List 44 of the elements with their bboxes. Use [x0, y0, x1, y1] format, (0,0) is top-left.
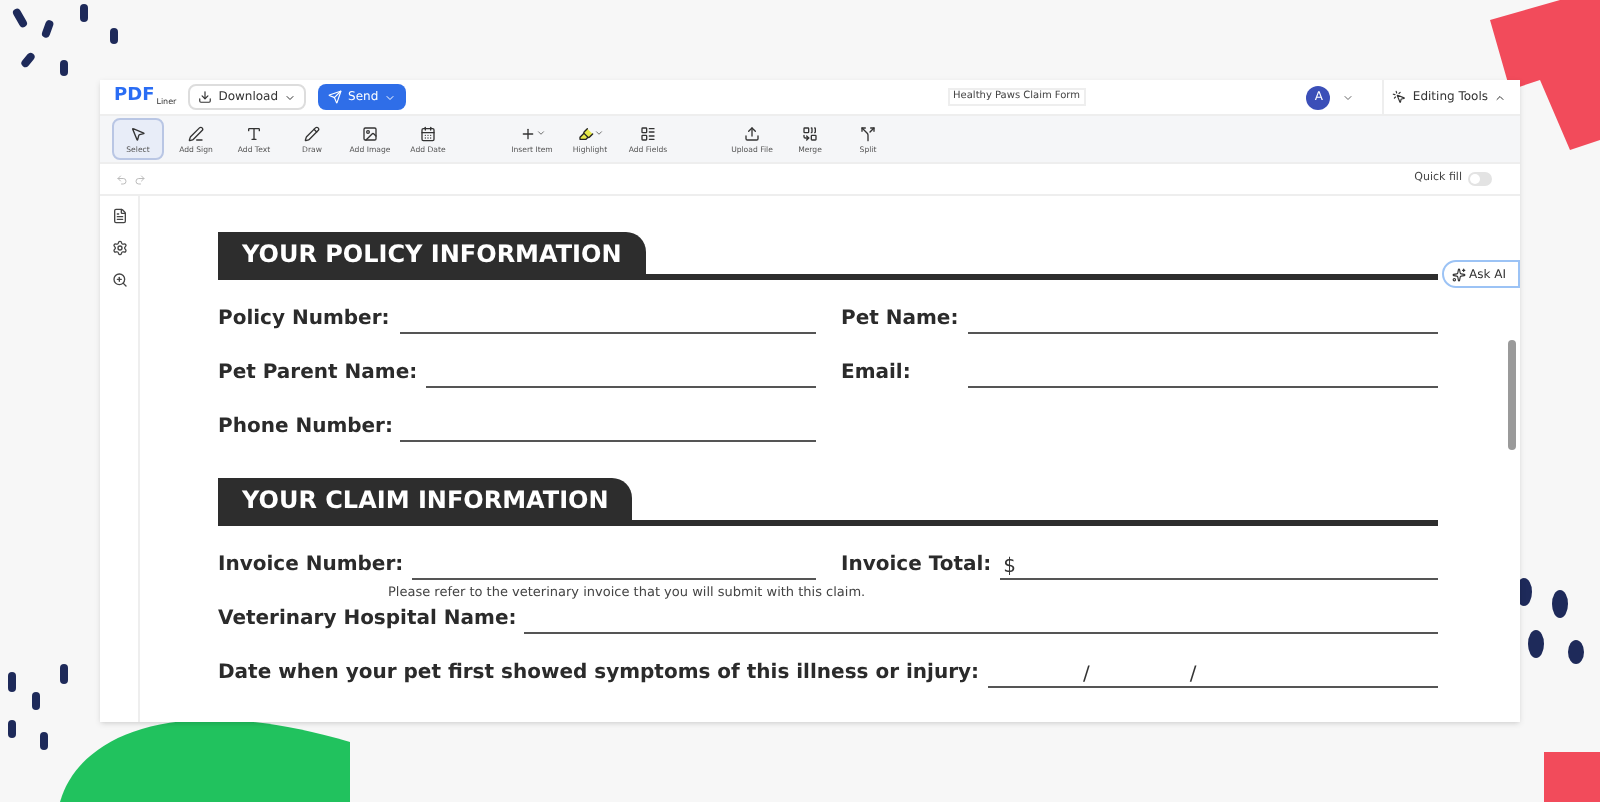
download-icon [198, 90, 213, 104]
fill-in-line[interactable]: / / [987, 660, 1438, 688]
sparkle-icon [1451, 267, 1465, 281]
fill-in-line[interactable]: $ [999, 552, 1438, 580]
currency-sign: $ [1003, 558, 1017, 578]
section-header: YOUR CLAIM INFORMATION [218, 478, 633, 520]
settings-icon[interactable] [111, 240, 127, 256]
merge-icon [802, 125, 818, 142]
field-label: Pet Parent Name: [218, 360, 418, 388]
list-icon [640, 125, 656, 142]
caret-icon [284, 91, 297, 103]
caret-icon [535, 128, 545, 139]
caret-icon [384, 91, 397, 103]
caret-icon [1494, 91, 1506, 103]
scrollbar [1508, 340, 1516, 450]
field-label: Date when your pet first showed symptoms of this illness or injury: [218, 660, 980, 688]
document-icon[interactable] [111, 208, 127, 224]
field-label: Veterinary Hospital Name: [218, 606, 517, 634]
logo-mark: PDF [114, 88, 155, 106]
date-separator: / [1189, 666, 1197, 686]
image-icon [362, 125, 378, 142]
plus-icon [519, 125, 535, 142]
caret-icon [1342, 91, 1355, 103]
field-label: Email: [841, 360, 913, 388]
calendar-icon [420, 125, 436, 142]
field-label: Pet Name: [841, 306, 959, 334]
date-separator: / [1083, 666, 1090, 686]
send-icon [328, 90, 343, 104]
caret-icon [593, 128, 603, 139]
zoom-icon[interactable] [111, 272, 127, 288]
quick-fill-toggle[interactable] [1468, 172, 1492, 186]
highlighter-icon [577, 125, 593, 142]
cursor-icon [1392, 90, 1407, 104]
section-header: YOUR POLICY INFORMATION [218, 232, 646, 274]
pointer-icon [130, 125, 146, 142]
pen-icon [188, 125, 204, 142]
split-icon [860, 125, 876, 142]
field-label: Invoice Total: [841, 552, 992, 580]
text-icon [246, 125, 262, 142]
field-label: Phone Number: [218, 414, 393, 442]
upload-icon [744, 125, 760, 142]
field-label: Invoice Number: [218, 552, 404, 580]
pencil-icon [304, 125, 320, 142]
field-label: Policy Number: [218, 306, 392, 334]
